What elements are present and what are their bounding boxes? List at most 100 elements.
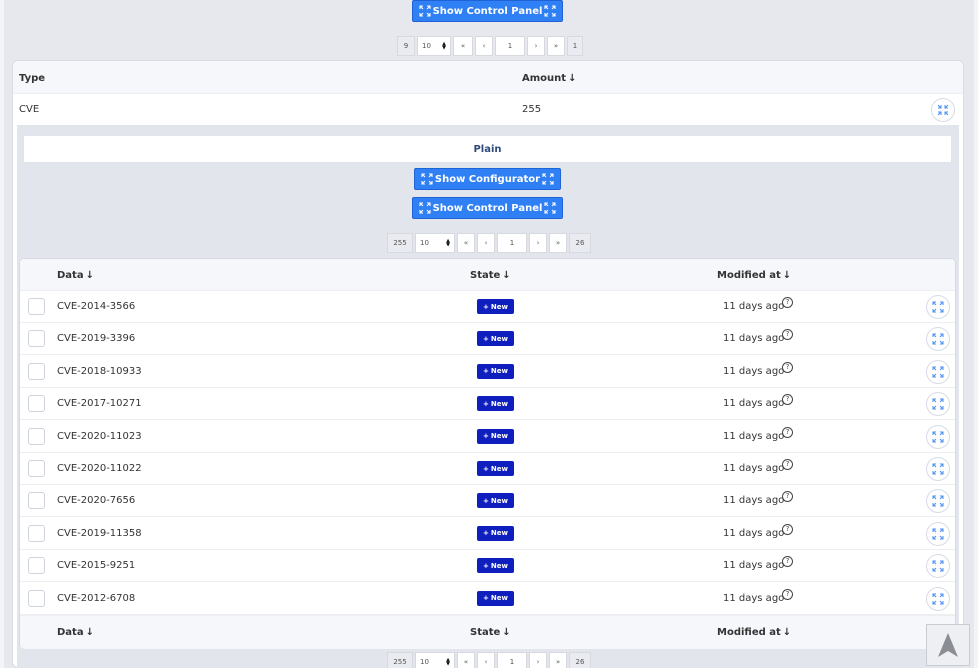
expand-row-button[interactable] [926, 586, 950, 611]
pager-first-button[interactable]: « [457, 652, 475, 668]
state-label: New [490, 496, 508, 505]
pager-last-button[interactable]: » [549, 233, 567, 253]
pager-first-button[interactable]: « [457, 233, 475, 253]
question-icon[interactable]: ? [782, 297, 793, 308]
row-checkbox[interactable] [28, 298, 45, 315]
question-icon[interactable]: ? [782, 361, 793, 373]
row-checkbox[interactable] [28, 330, 45, 348]
state-label: New [490, 561, 508, 570]
table-row[interactable]: CVE-2020-11023 + New 11 days ago? [20, 421, 955, 453]
question-icon[interactable]: ? [782, 329, 793, 341]
pager-page-input[interactable]: 1 [495, 36, 525, 56]
pager-prev-button[interactable]: ‹ [477, 652, 495, 668]
footer-data[interactable]: Data ↓ [57, 627, 94, 638]
state-label: New [490, 594, 508, 603]
row-checkbox[interactable] [28, 395, 45, 413]
header-modified[interactable]: Modified at ↓ [717, 270, 791, 281]
arrow-down-icon: ↓ [782, 627, 792, 638]
state-label: New [490, 399, 508, 408]
pager-pages: 26 [569, 233, 591, 253]
per-page-select[interactable]: 10 ▲ ▼ [415, 233, 455, 253]
header-amount[interactable]: Amount ↓ [522, 73, 576, 84]
expand-row-button[interactable] [926, 327, 950, 352]
plus-icon: + [483, 334, 489, 343]
header-data[interactable]: Data ↓ [57, 270, 94, 281]
pager-first-button[interactable]: « [453, 36, 473, 56]
modified-at: 11 days ago [723, 463, 785, 474]
row-checkbox[interactable] [28, 557, 45, 575]
show-control-panel-button[interactable]: Show Control Panel [412, 0, 563, 22]
row-checkbox[interactable] [28, 492, 45, 510]
row-amount-value: 255 [522, 104, 542, 115]
state-badge: + New [477, 590, 514, 606]
question-icon[interactable]: ? [782, 394, 793, 406]
pager-last-button[interactable]: » [549, 652, 567, 668]
collapse-row-button[interactable] [931, 98, 955, 122]
row-checkbox[interactable] [28, 362, 45, 380]
arrow-down-icon: ↓ [568, 73, 577, 84]
configurator-label: Show Configurator [434, 173, 541, 185]
per-page-select[interactable]: 10 ▲ ▼ [415, 652, 455, 668]
pager-next-button[interactable]: › [529, 233, 547, 253]
row-checkbox[interactable] [28, 427, 45, 445]
pager-page-input[interactable]: 1 [497, 652, 527, 668]
expand-icon [932, 366, 944, 378]
per-page-select[interactable]: 10 ▲ ▼ [417, 36, 451, 56]
table-row[interactable]: CVE-2012-6708 + New 11 days ago? [20, 583, 955, 615]
pager-page-input[interactable]: 1 [497, 233, 527, 253]
table-row[interactable]: CVE-2020-7656 + New 11 days ago? [20, 485, 955, 518]
pager-prev-button[interactable]: ‹ [477, 233, 495, 253]
arrow-down-icon: ↓ [85, 270, 94, 281]
control-panel-label: Show Control Panel [432, 202, 543, 214]
expand-row-button[interactable] [926, 295, 950, 319]
row-checkbox[interactable] [28, 460, 45, 477]
state-badge: + New [477, 493, 514, 509]
table-row[interactable]: CVE-2015-9251 + New 11 days ago? [20, 550, 955, 583]
header-type[interactable]: Type [19, 73, 45, 84]
expand-row-button[interactable] [926, 521, 950, 546]
question-icon[interactable]: ? [782, 556, 793, 568]
state-badge: + New [477, 363, 514, 379]
expand-row-button[interactable] [926, 554, 950, 579]
table-row[interactable]: CVE-2014-3566 + New 11 days ago? [20, 291, 955, 323]
question-icon[interactable]: ? [782, 491, 793, 503]
pager-next-button[interactable]: › [527, 36, 545, 56]
modified-at: 11 days ago [723, 301, 785, 312]
header-modified-label: Modified at [717, 270, 781, 281]
show-control-panel-button-detail[interactable]: Show Control Panel [412, 197, 563, 219]
scroll-to-top-button[interactable] [926, 624, 970, 666]
expand-row-button[interactable] [926, 424, 950, 449]
table-row[interactable]: CVE-2018-10933 + New 11 days ago? [20, 356, 955, 388]
footer-modified[interactable]: Modified at ↓ [717, 627, 791, 638]
footer-state[interactable]: State ↓ [470, 627, 511, 638]
pager-prev-button[interactable]: ‹ [475, 36, 493, 56]
cve-table-panel: Data ↓ State ↓ Modified at ↓ CVE-2014-3566 +… [19, 258, 956, 649]
row-type-value: CVE [19, 104, 40, 115]
plus-icon: + [483, 561, 489, 570]
question-icon[interactable]: ? [782, 426, 793, 438]
show-configurator-button[interactable]: Show Configurator [414, 168, 561, 190]
table-row[interactable]: CVE-2019-11358 + New 11 days ago? [20, 518, 955, 550]
cve-id: CVE-2015-9251 [57, 560, 136, 572]
pager-next-button[interactable]: › [529, 652, 547, 668]
expand-row-button[interactable] [926, 457, 950, 481]
tab-plain[interactable]: Plain [23, 135, 952, 163]
cve-id: CVE-2017-10271 [57, 398, 142, 410]
row-checkbox[interactable] [28, 524, 45, 542]
pager-last-button[interactable]: » [547, 36, 565, 56]
question-icon[interactable]: ? [782, 459, 793, 470]
table-row[interactable]: CVE-2020-11022 + New 11 days ago? [20, 453, 955, 485]
table-row[interactable]: CVE-2017-10271 + New 11 days ago? [20, 388, 955, 421]
expand-icon [932, 301, 944, 313]
table-row[interactable]: CVE-2019-3396 + New 11 days ago? [20, 323, 955, 356]
pager-pages: 1 [567, 36, 583, 56]
select-caret-icon: ▲ ▼ [446, 238, 450, 248]
expand-row-button[interactable] [926, 489, 950, 514]
row-checkbox[interactable] [28, 589, 45, 607]
header-state[interactable]: State ↓ [470, 270, 511, 281]
expand-row-button[interactable] [926, 392, 950, 417]
expand-row-button[interactable] [926, 359, 950, 384]
cve-table-header: Data ↓ State ↓ Modified at ↓ [20, 259, 955, 291]
question-icon[interactable]: ? [782, 588, 793, 600]
question-icon[interactable]: ? [782, 523, 793, 535]
